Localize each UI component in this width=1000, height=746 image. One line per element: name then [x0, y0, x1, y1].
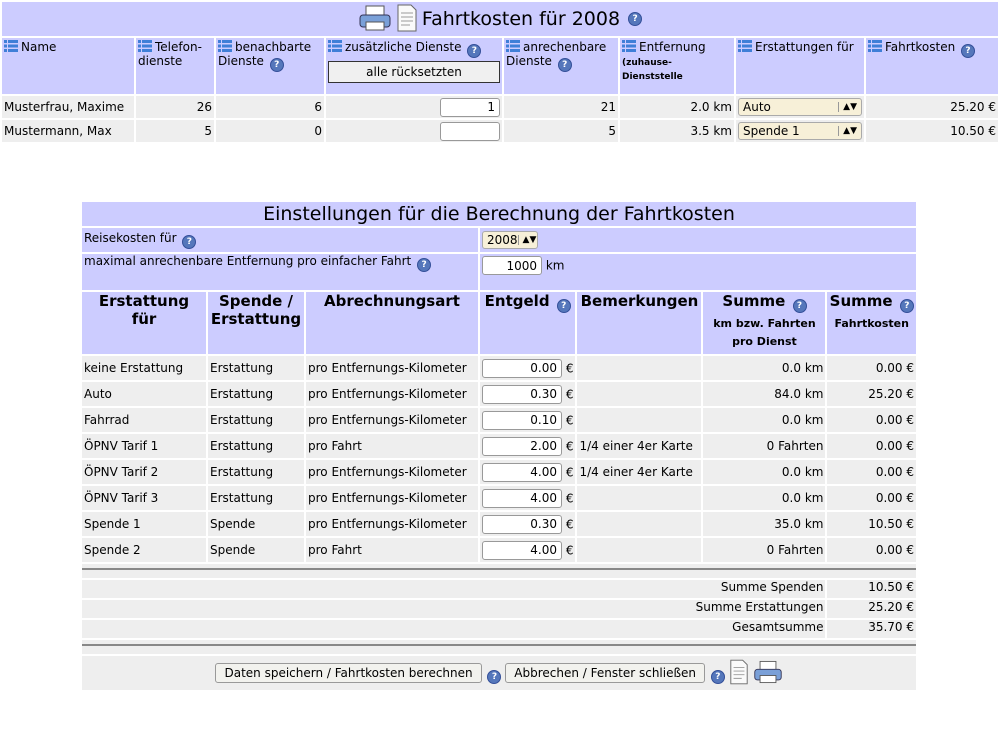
printer-icon[interactable] — [358, 4, 392, 35]
row-name: Musterfrau, Maxime — [2, 96, 134, 118]
divider — [82, 568, 916, 570]
max-entfernung-input[interactable] — [482, 256, 542, 275]
top-title-bar: Fahrtkosten für 2008 ? — [2, 2, 998, 36]
save-button[interactable]: Daten speichern / Fahrtkosten berechnen — [215, 662, 482, 683]
sort-list-icon[interactable] — [738, 40, 752, 52]
hdr-entgeld: Entgeld ? — [480, 292, 576, 354]
hdr-abrechnungsart: Abrechnungsart — [306, 292, 478, 354]
entgeld-input[interactable] — [482, 540, 562, 560]
col-anrechenbare[interactable]: anrechenbare Dienste ? — [504, 38, 618, 94]
row-benachbarte: 0 — [216, 120, 324, 142]
row-telefon: 5 — [136, 120, 214, 142]
sort-list-icon[interactable] — [328, 40, 342, 52]
km-unit: km — [545, 258, 565, 273]
settings-title: Einstellungen für die Berechnung der Fah… — [82, 202, 916, 226]
table-row: Spende 1 Spende pro Entfernungs-Kilomete… — [82, 512, 916, 536]
reisekosten-label: Reisekosten für — [84, 231, 177, 245]
table-row: ÖPNV Tarif 3 Erstattung pro Entfernungs-… — [82, 486, 916, 510]
help-icon[interactable]: ? — [487, 669, 502, 684]
sort-list-icon[interactable] — [138, 40, 152, 52]
col-benachbarte[interactable]: benachbarte Dienste ? — [216, 38, 324, 94]
entgeld-input[interactable] — [482, 410, 562, 430]
row-anrechenbare: 21 — [504, 96, 618, 118]
hdr-bemerkungen: Bemerkungen — [577, 292, 702, 354]
table-row: ÖPNV Tarif 1 Erstattung pro Fahrt € 1/4 … — [82, 434, 916, 458]
row-telefon: 26 — [136, 96, 214, 118]
table-row: Mustermann, Max 5 0 5 3.5 km Spende 1 ▲▼ … — [2, 120, 998, 142]
entgeld-input[interactable] — [482, 488, 562, 508]
max-entfernung-label: maximal anrechenbare Entfernung pro einf… — [84, 254, 412, 268]
divider — [82, 644, 916, 646]
entgeld-input[interactable] — [482, 514, 562, 534]
year-select[interactable]: 2008 ▲▼ — [482, 231, 538, 249]
document-icon[interactable] — [729, 659, 753, 688]
erstattung-select[interactable]: Auto ▲▼ — [738, 98, 862, 116]
entgeld-input[interactable] — [482, 436, 562, 456]
total-row: Gesamtsumme 35.70 € — [82, 620, 916, 638]
settings-panel: Einstellungen für die Berechnung der Fah… — [80, 200, 918, 692]
total-row: Summe Spenden 10.50 € — [82, 580, 916, 598]
row-entfernung: 3.5 km — [620, 120, 734, 142]
settings-table: Einstellungen für die Berechnung der Fah… — [80, 200, 918, 692]
table-row: Auto Erstattung pro Entfernungs-Kilomete… — [82, 382, 916, 406]
select-arrows-icon: ▲▼ — [838, 102, 857, 112]
col-erstattungen[interactable]: Erstattungen für — [736, 38, 864, 94]
help-icon[interactable]: ? — [961, 44, 976, 58]
row-benachbarte: 6 — [216, 96, 324, 118]
help-icon[interactable]: ? — [792, 299, 807, 313]
zusaetzliche-input[interactable] — [440, 97, 500, 117]
table-row: Spende 2 Spende pro Fahrt € 0 Fahrten 0.… — [82, 538, 916, 562]
table-row: Musterfrau, Maxime 26 6 21 2.0 km Auto▲▼… — [2, 96, 998, 118]
page-title: Fahrtkosten für 2008 — [421, 8, 621, 30]
table-row: ÖPNV Tarif 2 Erstattung pro Entfernungs-… — [82, 460, 916, 484]
entgeld-input[interactable] — [482, 384, 562, 404]
action-bar: Daten speichern / Fahrtkosten berechnen … — [82, 656, 916, 690]
hdr-summe-kosten: Summe ? Fahrtkosten — [827, 292, 916, 354]
row-fahrtkosten: 10.50 € — [866, 120, 998, 142]
help-icon[interactable]: ? — [899, 299, 914, 313]
col-entfernung[interactable]: Entfernung (zuhause-Dienststelle — [620, 38, 734, 94]
fahrtkosten-table: Name Telefon-dienste benachbarte Dienste… — [0, 36, 1000, 144]
reset-all-button[interactable]: alle rücksetzten — [328, 61, 500, 83]
document-icon[interactable] — [396, 4, 418, 35]
erstattung-select[interactable]: Spende 1 ▲▼ — [738, 122, 862, 140]
hdr-erstattung: Erstattung für — [82, 292, 206, 354]
row-anrechenbare: 5 — [504, 120, 618, 142]
help-icon[interactable]: ? — [556, 299, 571, 313]
help-icon[interactable]: ? — [467, 44, 482, 58]
hdr-summe-km: Summe ? km bzw. Fahrten pro Dienst — [703, 292, 826, 354]
select-arrows-icon: ▲▼ — [517, 235, 536, 245]
hdr-spende: Spende / Erstattung — [208, 292, 304, 354]
help-icon[interactable]: ? — [182, 235, 197, 249]
entgeld-input[interactable] — [482, 358, 562, 378]
help-icon[interactable]: ? — [710, 669, 725, 684]
total-row: Summe Erstattungen 25.20 € — [82, 600, 916, 618]
sort-list-icon[interactable] — [868, 40, 882, 52]
printer-icon[interactable] — [753, 660, 783, 688]
col-name[interactable]: Name — [2, 38, 134, 94]
row-entfernung: 2.0 km — [620, 96, 734, 118]
help-icon[interactable]: ? — [628, 12, 643, 26]
sort-list-icon[interactable] — [622, 40, 636, 52]
sort-list-icon[interactable] — [218, 40, 232, 52]
row-name: Mustermann, Max — [2, 120, 134, 142]
row-fahrtkosten: 25.20 € — [866, 96, 998, 118]
col-telefon[interactable]: Telefon-dienste — [136, 38, 214, 94]
sort-list-icon[interactable] — [4, 40, 18, 52]
sort-list-icon[interactable] — [506, 40, 520, 52]
col-zusaetzliche[interactable]: zusätzliche Dienste ? alle rücksetzten — [326, 38, 502, 94]
help-icon[interactable]: ? — [417, 258, 432, 272]
table-row: Fahrrad Erstattung pro Entfernungs-Kilom… — [82, 408, 916, 432]
col-fahrtkosten[interactable]: Fahrtkosten ? — [866, 38, 998, 94]
table-row: keine Erstattung Erstattung pro Entfernu… — [82, 356, 916, 380]
zusaetzliche-input[interactable] — [440, 121, 500, 141]
select-arrows-icon: ▲▼ — [838, 126, 857, 136]
entgeld-input[interactable] — [482, 462, 562, 482]
help-icon[interactable]: ? — [269, 58, 284, 72]
help-icon[interactable]: ? — [557, 58, 572, 72]
cancel-button[interactable]: Abbrechen / Fenster schließen — [505, 662, 706, 683]
